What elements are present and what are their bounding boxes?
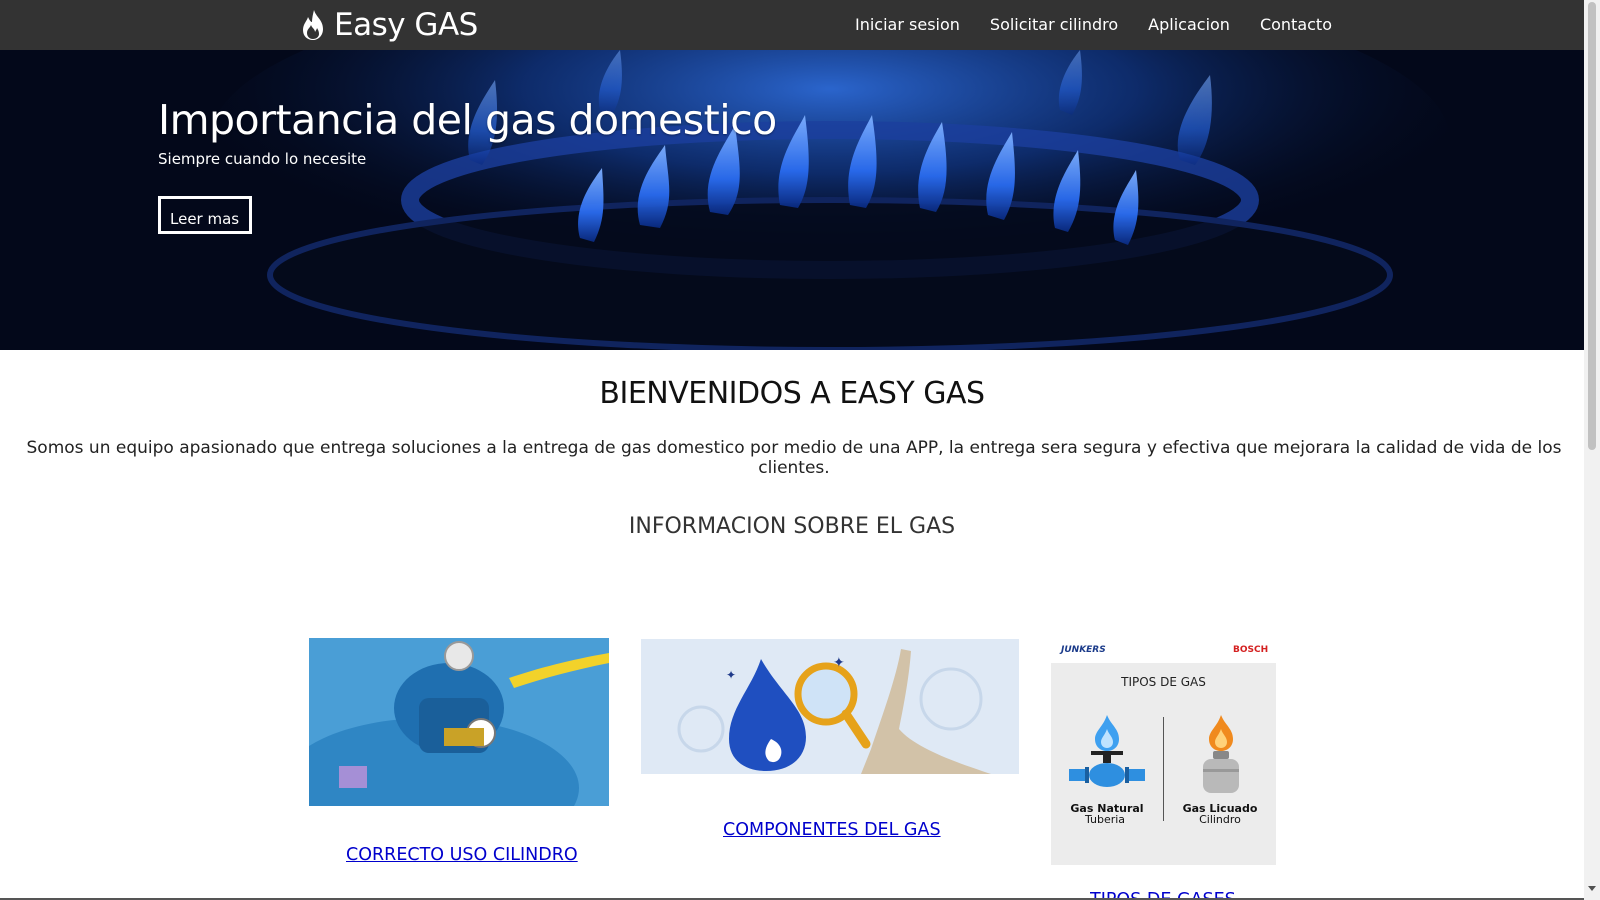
natural-gas-icon [1069,715,1145,787]
link-gas-types[interactable]: TIPOS DE GASES [1090,890,1236,898]
link-gas-components[interactable]: COMPONENTES DEL GAS [723,820,941,840]
hero-banner: Importancia del gas domestico Siempre cu… [0,50,1584,350]
brand-logo[interactable]: Easy GAS [300,4,478,46]
nav-login[interactable]: Iniciar sesion [840,0,975,50]
nav-app[interactable]: Aplicacion [1133,0,1245,50]
junkers-logo: JUNKERS [1061,645,1106,655]
lpg-cylinder-icon [1203,715,1239,793]
hero-title: Importancia del gas domestico [158,96,777,144]
read-more-button[interactable]: Leer mas [158,196,252,234]
svg-text:✦: ✦ [726,668,736,682]
nav-contact[interactable]: Contacto [1245,0,1347,50]
welcome-title: BIENVENIDOS A EASY GAS [599,376,985,411]
gas-types-image: JUNKERS BOSCH TIPOS DE GAS Gas Natural T… [1051,639,1276,865]
gas-types-link-clip: TIPOS DE GASES [1090,888,1250,898]
nav-menu: Iniciar sesion Solicitar cilindro Aplica… [840,0,1347,50]
cylinder-usage-image [309,638,609,806]
flame-icon [303,10,323,40]
welcome-text: Somos un equipo apasionado que entrega s… [26,438,1562,478]
brand-name: Easy GAS [334,7,478,43]
lpg-sub: Cilindro [1199,813,1241,826]
natural-gas-sub: Tuberia [1084,813,1126,826]
gas-components-image: ✦ ✦ [641,639,1019,774]
page-scrollbar[interactable] [1584,0,1600,900]
svg-text:✦: ✦ [833,655,845,671]
nav-request-cylinder[interactable]: Solicitar cilindro [975,0,1133,50]
bosch-logo: BOSCH [1233,645,1269,655]
scrollbar-thumb[interactable] [1588,2,1596,450]
navbar: Easy GAS Iniciar sesion Solicitar cilind… [0,0,1584,50]
gas-types-heading: TIPOS DE GAS [1121,675,1206,689]
info-section-title: INFORMACION SOBRE EL GAS [628,514,956,539]
scroll-down-arrow-icon[interactable] [1588,886,1596,891]
link-correct-cylinder-use[interactable]: CORRECTO USO CILINDRO [346,845,578,865]
hero-subtitle: Siempre cuando lo necesite [158,150,367,168]
